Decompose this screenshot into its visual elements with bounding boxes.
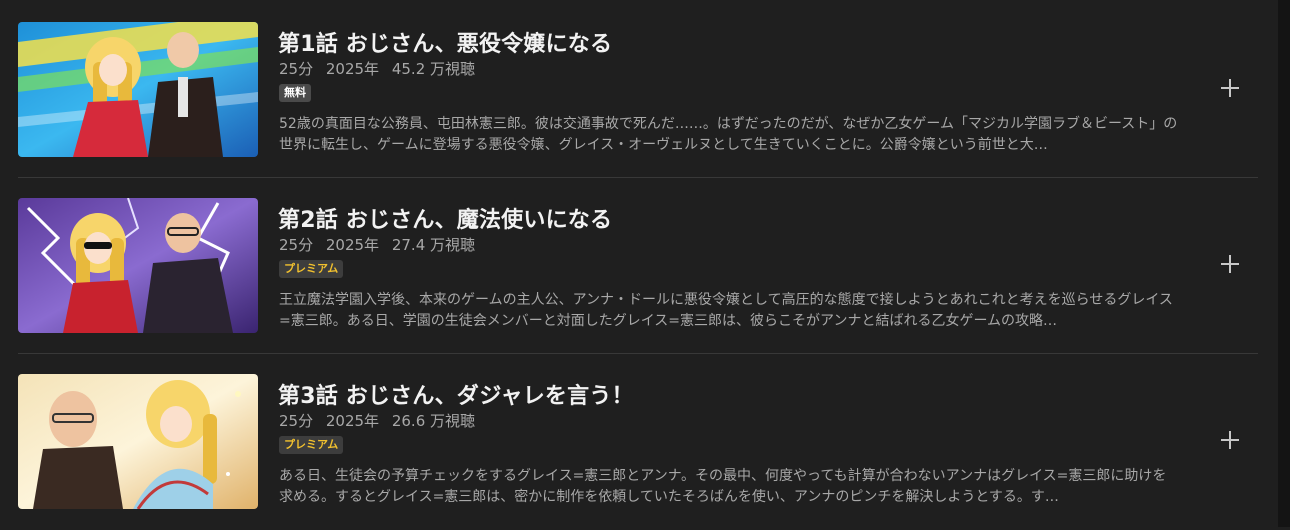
episode-year: 2025年 — [325, 236, 380, 254]
episode-meta: 25分 2025年 45.2 万視聴 — [279, 58, 483, 79]
episode-item[interactable]: 第2話 おじさん、魔法使いになる 25分 2025年 27.4 万視聴 プレミア… — [18, 194, 1258, 354]
episode-meta: 25分 2025年 26.6 万視聴 — [279, 410, 483, 431]
episode-views: 26.6 万視聴 — [391, 412, 476, 430]
episode-views: 27.4 万視聴 — [391, 236, 476, 254]
free-badge: 無料 — [279, 84, 311, 102]
premium-badge: プレミアム — [279, 260, 344, 278]
plus-icon-vertical — [1229, 431, 1231, 449]
episode-title[interactable]: 第3話 おじさん、ダジャレを言う！ — [278, 378, 634, 410]
episode-duration: 25分 — [279, 60, 314, 78]
episode-description: ある日、生徒会の予算チェックをするグレイス=憲三郎とアンナ。その最中、何度やって… — [279, 468, 1167, 505]
episode-thumbnail[interactable] — [18, 22, 258, 157]
episode-description: 王立魔法学園入学後、本来のゲームの主人公、アンナ・ドールに悪役令嬢として高圧的な… — [279, 292, 1173, 329]
episode-meta: 25分 2025年 27.4 万視聴 — [279, 234, 483, 255]
episode-item[interactable]: 第1話 おじさん、悪役令嬢になる 25分 2025年 45.2 万視聴 無料 5… — [18, 18, 1258, 178]
episode-item[interactable]: 第3話 おじさん、ダジャレを言う！ 25分 2025年 26.6 万視聴 プレミ… — [18, 370, 1258, 530]
divider — [18, 353, 1258, 354]
plus-icon-vertical — [1229, 255, 1231, 273]
episode-description: 52歳の真面目な公務員、屯田林憲三郎。彼は交通事故で死んだ……。はずだったのだが… — [279, 116, 1178, 153]
episode-title[interactable]: 第1話 おじさん、悪役令嬢になる — [278, 26, 612, 58]
premium-badge: プレミアム — [279, 436, 344, 454]
episode-duration: 25分 — [279, 412, 314, 430]
episode-duration: 25分 — [279, 236, 314, 254]
plus-icon-vertical — [1229, 79, 1231, 97]
episode-year: 2025年 — [325, 412, 380, 430]
add-to-list-button[interactable] — [1212, 70, 1248, 106]
episode-title[interactable]: 第2話 おじさん、魔法使いになる — [278, 202, 612, 234]
scrollbar-track[interactable] — [1278, 0, 1290, 527]
episode-year: 2025年 — [325, 60, 380, 78]
episode-thumbnail[interactable] — [18, 374, 258, 509]
episode-thumbnail[interactable] — [18, 198, 258, 333]
add-to-list-button[interactable] — [1212, 422, 1248, 458]
episode-views: 45.2 万視聴 — [391, 60, 476, 78]
divider — [18, 177, 1258, 178]
add-to-list-button[interactable] — [1212, 246, 1248, 282]
